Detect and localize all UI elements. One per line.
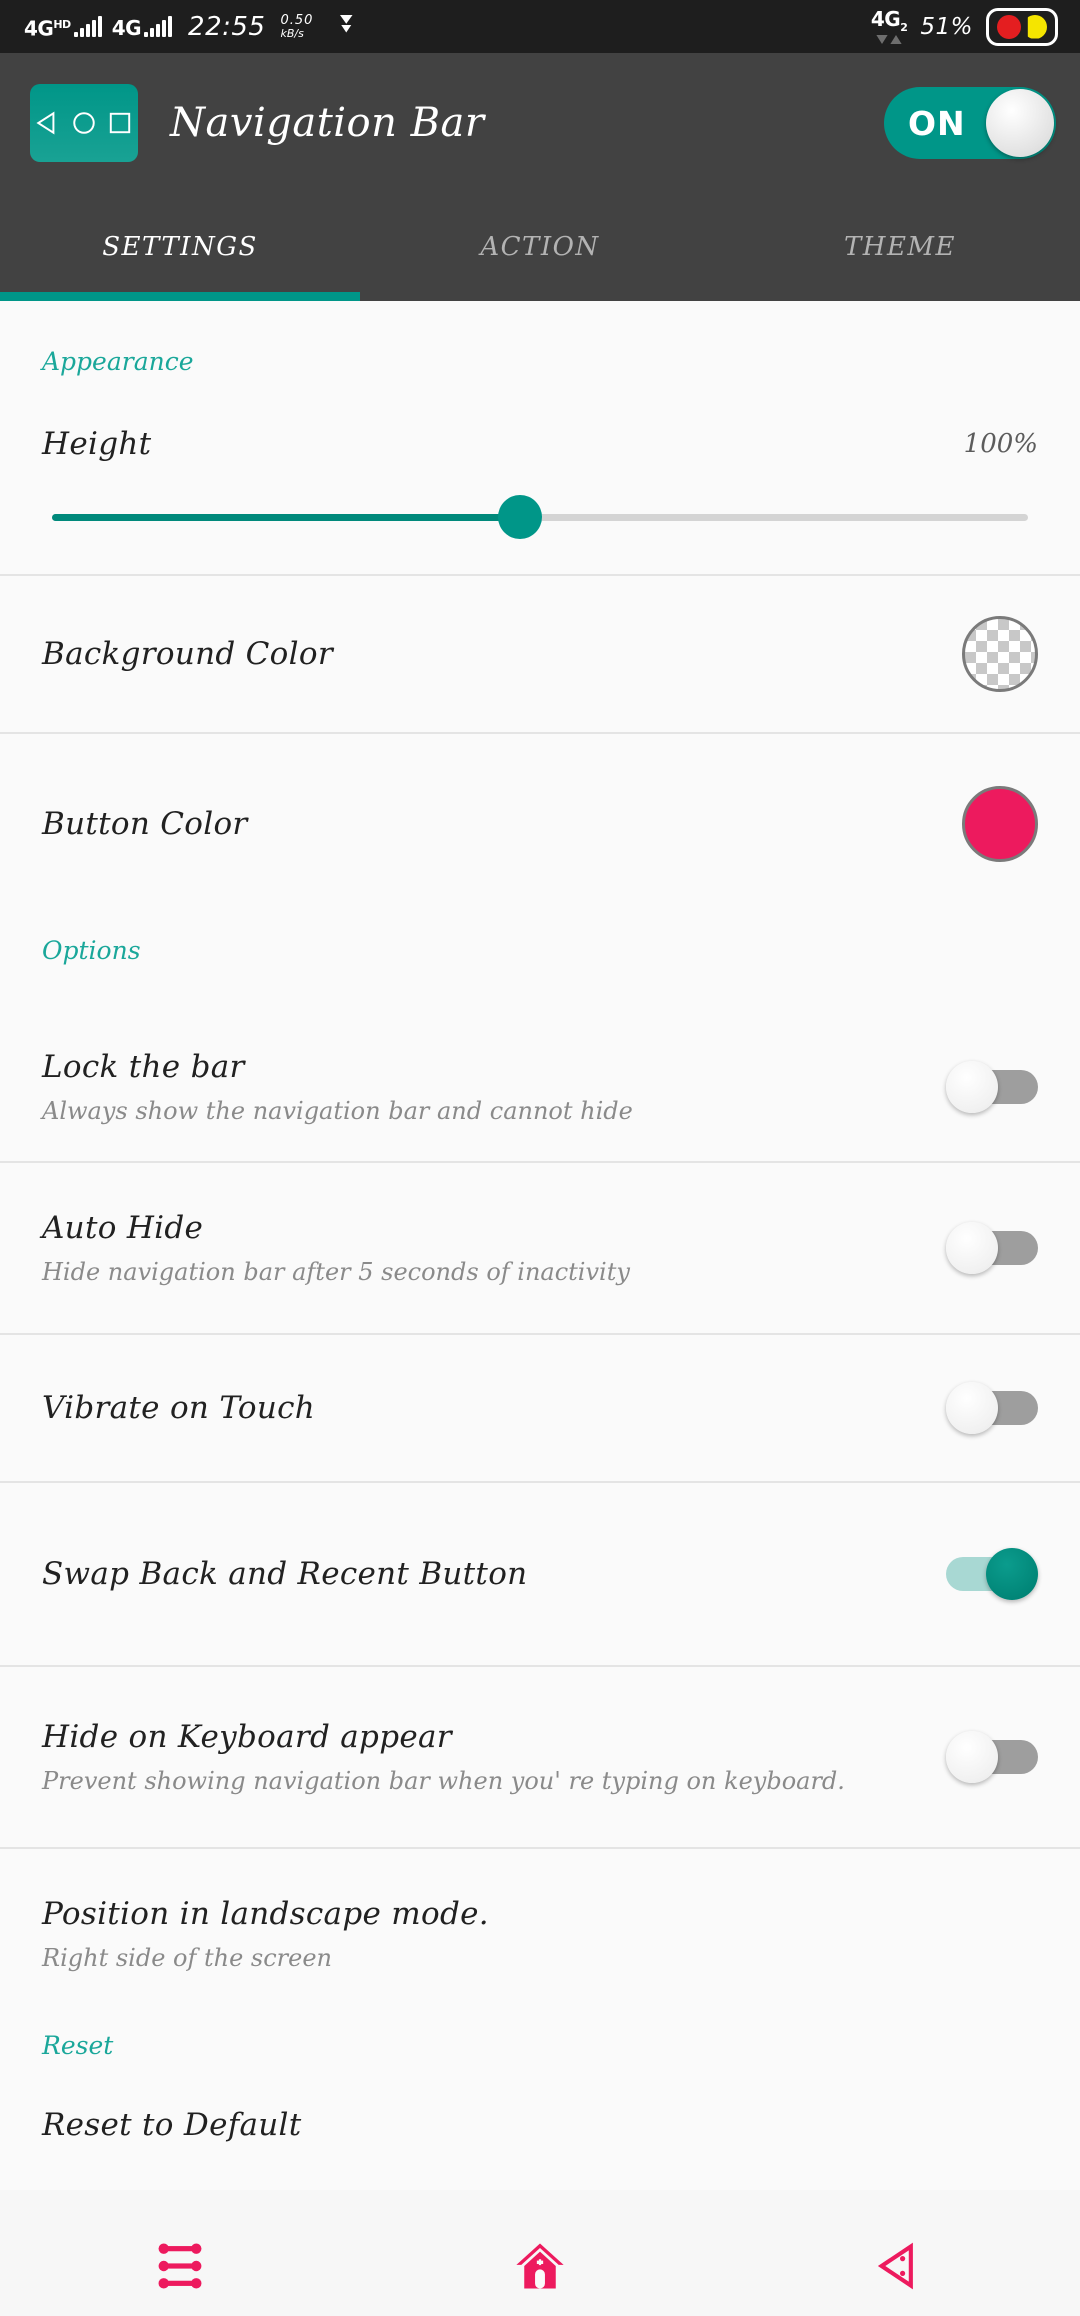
status-bar-right: 4G2 51% <box>870 6 1058 46</box>
battery-red-dot <box>997 14 1021 39</box>
tab-settings[interactable]: SETTINGS <box>0 193 360 301</box>
height-value: 100% <box>963 429 1038 459</box>
lock-the-bar-toggle[interactable] <box>946 1061 1038 1113</box>
section-header-appearance: Appearance <box>42 347 194 376</box>
navigation-bar-app-icon <box>30 84 138 162</box>
toggle-knob <box>986 1548 1038 1600</box>
home-icon[interactable] <box>513 2239 567 2297</box>
auto-hide-label: Auto Hide <box>42 1210 204 1246</box>
signal-1: 4GHD <box>24 16 102 38</box>
toggle-knob <box>946 1731 998 1783</box>
signal-bars-1-icon <box>73 16 102 38</box>
network-speed-unit: kB/s <box>280 26 304 40</box>
row-hide-on-keyboard[interactable]: Hide on Keyboard appear Prevent showing … <box>0 1667 1080 1849</box>
signal-bars-2-icon <box>144 16 173 37</box>
status-bar: 4GHD 4G 22:55 0.50 kB/s 4G2 51% <box>0 0 1080 53</box>
button-color-texts: Button Color <box>42 806 962 842</box>
tab-theme[interactable]: THEME <box>720 193 1080 301</box>
master-enable-toggle[interactable]: ON <box>884 87 1056 159</box>
network-sim-label: 2 <box>900 20 908 34</box>
background-color-label: Background Color <box>42 636 333 672</box>
height-row: Height 100% <box>0 376 1080 462</box>
back-triangle-icon <box>36 111 55 135</box>
tab-active-indicator <box>0 292 360 301</box>
page-title: Navigation Bar <box>170 100 485 146</box>
row-lock-the-bar[interactable]: Lock the bar Always show the navigation … <box>0 1013 1080 1163</box>
network-type-right: 4G2 <box>870 6 908 34</box>
row-button-color[interactable]: Button Color <box>0 734 1080 914</box>
row-auto-hide[interactable]: Auto Hide Hide navigation bar after 5 se… <box>0 1163 1080 1335</box>
row-position-in-landscape[interactable]: Position in landscape mode. Right side o… <box>0 1849 1080 2019</box>
status-bar-left: 4GHD 4G 22:55 0.50 kB/s <box>24 10 365 44</box>
button-color-label: Button Color <box>42 806 248 842</box>
section-header-options: Options <box>42 936 141 965</box>
double-chevron-down-icon <box>335 10 365 44</box>
reset-to-default-texts: Reset to Default <box>42 2107 1038 2143</box>
master-toggle-label: ON <box>908 103 966 143</box>
swap-back-and-recent-toggle[interactable] <box>946 1548 1038 1600</box>
auto-hide-subtitle: Hide navigation bar after 5 seconds of i… <box>42 1258 630 1286</box>
row-background-color[interactable]: Background Color <box>0 576 1080 734</box>
lock-the-bar-texts: Lock the bar Always show the navigation … <box>42 1049 946 1125</box>
status-clock: 22:55 <box>188 11 266 42</box>
app-bar: Navigation Bar ON <box>0 53 1080 193</box>
recents-icon[interactable] <box>154 2240 206 2296</box>
row-reset-to-default[interactable]: Reset to Default <box>0 2060 1080 2190</box>
lock-the-bar-label: Lock the bar <box>42 1049 245 1085</box>
position-in-landscape-subtitle: Right side of the screen <box>42 1944 333 1972</box>
battery-percent: 51% <box>920 13 973 40</box>
hide-on-keyboard-subtitle: Prevent showing navigation bar when you'… <box>42 1767 845 1795</box>
recents-square-icon <box>109 112 131 134</box>
auto-hide-toggle[interactable] <box>946 1222 1038 1274</box>
position-in-landscape-label: Position in landscape mode. <box>42 1896 489 1932</box>
toggle-knob <box>946 1061 998 1113</box>
background-color-texts: Background Color <box>42 636 962 672</box>
button-color-swatch[interactable] <box>962 786 1038 862</box>
battery-icon <box>986 7 1058 46</box>
background-color-swatch[interactable] <box>962 616 1038 692</box>
tab-bar: SETTINGS ACTION THEME <box>0 193 1080 301</box>
network-type-1: 4GHD <box>24 16 71 41</box>
row-swap-back-and-recent[interactable]: Swap Back and Recent Button <box>0 1483 1080 1667</box>
swap-back-and-recent-texts: Swap Back and Recent Button <box>42 1556 946 1592</box>
hide-on-keyboard-texts: Hide on Keyboard appear Prevent showing … <box>42 1719 946 1795</box>
navigation-bar-overlay <box>0 2220 1080 2316</box>
vibrate-on-touch-texts: Vibrate on Touch <box>42 1390 946 1426</box>
lock-the-bar-subtitle: Always show the navigation bar and canno… <box>42 1097 633 1125</box>
back-icon[interactable] <box>874 2240 926 2296</box>
height-setting[interactable]: Height 100% <box>0 376 1080 576</box>
height-label: Height <box>42 426 152 462</box>
tab-action[interactable]: ACTION <box>360 193 720 301</box>
swap-back-and-recent-label: Swap Back and Recent Button <box>42 1556 528 1592</box>
position-in-landscape-texts: Position in landscape mode. Right side o… <box>42 1896 1038 1972</box>
slider-thumb[interactable] <box>498 495 542 539</box>
master-toggle-knob <box>986 89 1054 157</box>
hide-on-keyboard-label: Hide on Keyboard appear <box>42 1719 452 1755</box>
network-speed-value: 0.50 <box>280 12 314 28</box>
home-circle-icon <box>73 112 95 134</box>
toggle-knob <box>946 1222 998 1274</box>
settings-content: Appearance Height 100% Background Color … <box>0 301 1080 2190</box>
reset-to-default-label: Reset to Default <box>42 2107 302 2143</box>
signal-2: 4G <box>111 16 173 40</box>
slider-track-fill <box>52 514 522 521</box>
section-header-reset: Reset <box>42 2031 114 2060</box>
network-speed: 0.50 kB/s <box>280 14 313 39</box>
hide-on-keyboard-toggle[interactable] <box>946 1731 1038 1783</box>
vibrate-on-touch-label: Vibrate on Touch <box>42 1390 316 1426</box>
battery-yellow-dot <box>1027 14 1047 39</box>
data-arrows-icon <box>876 34 902 44</box>
network-type-2: 4G <box>111 16 142 40</box>
height-slider[interactable] <box>0 462 1080 539</box>
vibrate-on-touch-toggle[interactable] <box>946 1382 1038 1434</box>
auto-hide-texts: Auto Hide Hide navigation bar after 5 se… <box>42 1210 946 1286</box>
network-hd-label: HD <box>53 17 71 31</box>
toggle-knob <box>946 1382 998 1434</box>
row-vibrate-on-touch[interactable]: Vibrate on Touch <box>0 1335 1080 1483</box>
